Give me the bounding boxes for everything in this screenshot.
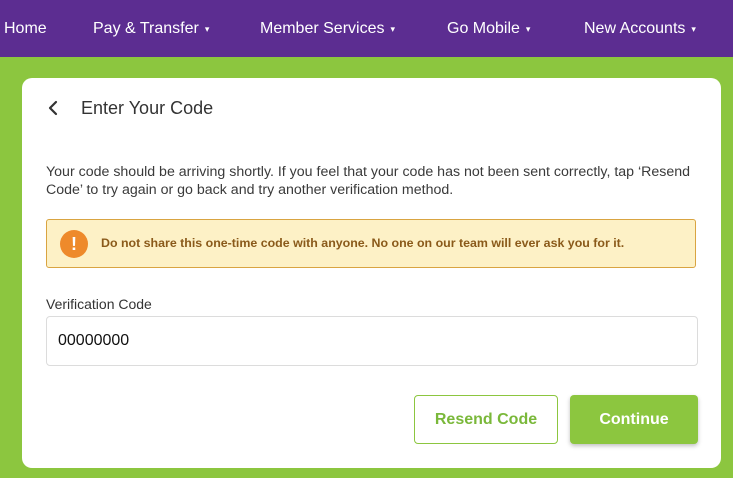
nav-member-services-label: Member Services (260, 19, 385, 37)
nav-new-accounts[interactable]: New Accounts ▾ (584, 0, 696, 57)
nav-pay-transfer-label: Pay & Transfer (93, 19, 199, 37)
nav-go-mobile[interactable]: Go Mobile ▾ (447, 0, 530, 57)
warning-text: Do not share this one-time code with any… (101, 236, 625, 250)
nav-home[interactable]: Home (4, 0, 47, 57)
verification-card: Enter Your Code Your code should be arri… (22, 78, 721, 468)
chevron-down-icon: ▾ (204, 24, 210, 34)
card-header: Enter Your Code (48, 96, 213, 120)
warning-banner: ! Do not share this one-time code with a… (46, 219, 696, 268)
verification-code-input[interactable] (46, 316, 698, 366)
back-arrow-icon[interactable] (48, 96, 62, 120)
chevron-down-icon: ▾ (525, 24, 531, 34)
exclamation-icon: ! (60, 230, 88, 258)
continue-button[interactable]: Continue (570, 395, 698, 444)
page-title: Enter Your Code (81, 97, 214, 118)
instructions-text: Your code should be arriving shortly. If… (46, 164, 691, 198)
nav-home-label: Home (4, 19, 47, 37)
nav-member-services[interactable]: Member Services ▾ (260, 0, 395, 57)
nav-new-accounts-label: New Accounts (584, 19, 686, 37)
chevron-down-icon: ▾ (691, 24, 696, 34)
verification-code-label: Verification Code (46, 296, 152, 312)
nav-go-mobile-label: Go Mobile (447, 19, 520, 37)
resend-code-button[interactable]: Resend Code (414, 395, 558, 444)
nav-pay-transfer[interactable]: Pay & Transfer ▾ (93, 0, 209, 57)
chevron-down-icon: ▾ (390, 24, 396, 34)
top-navigation: Home Pay & Transfer ▾ Member Services ▾ … (0, 0, 733, 57)
